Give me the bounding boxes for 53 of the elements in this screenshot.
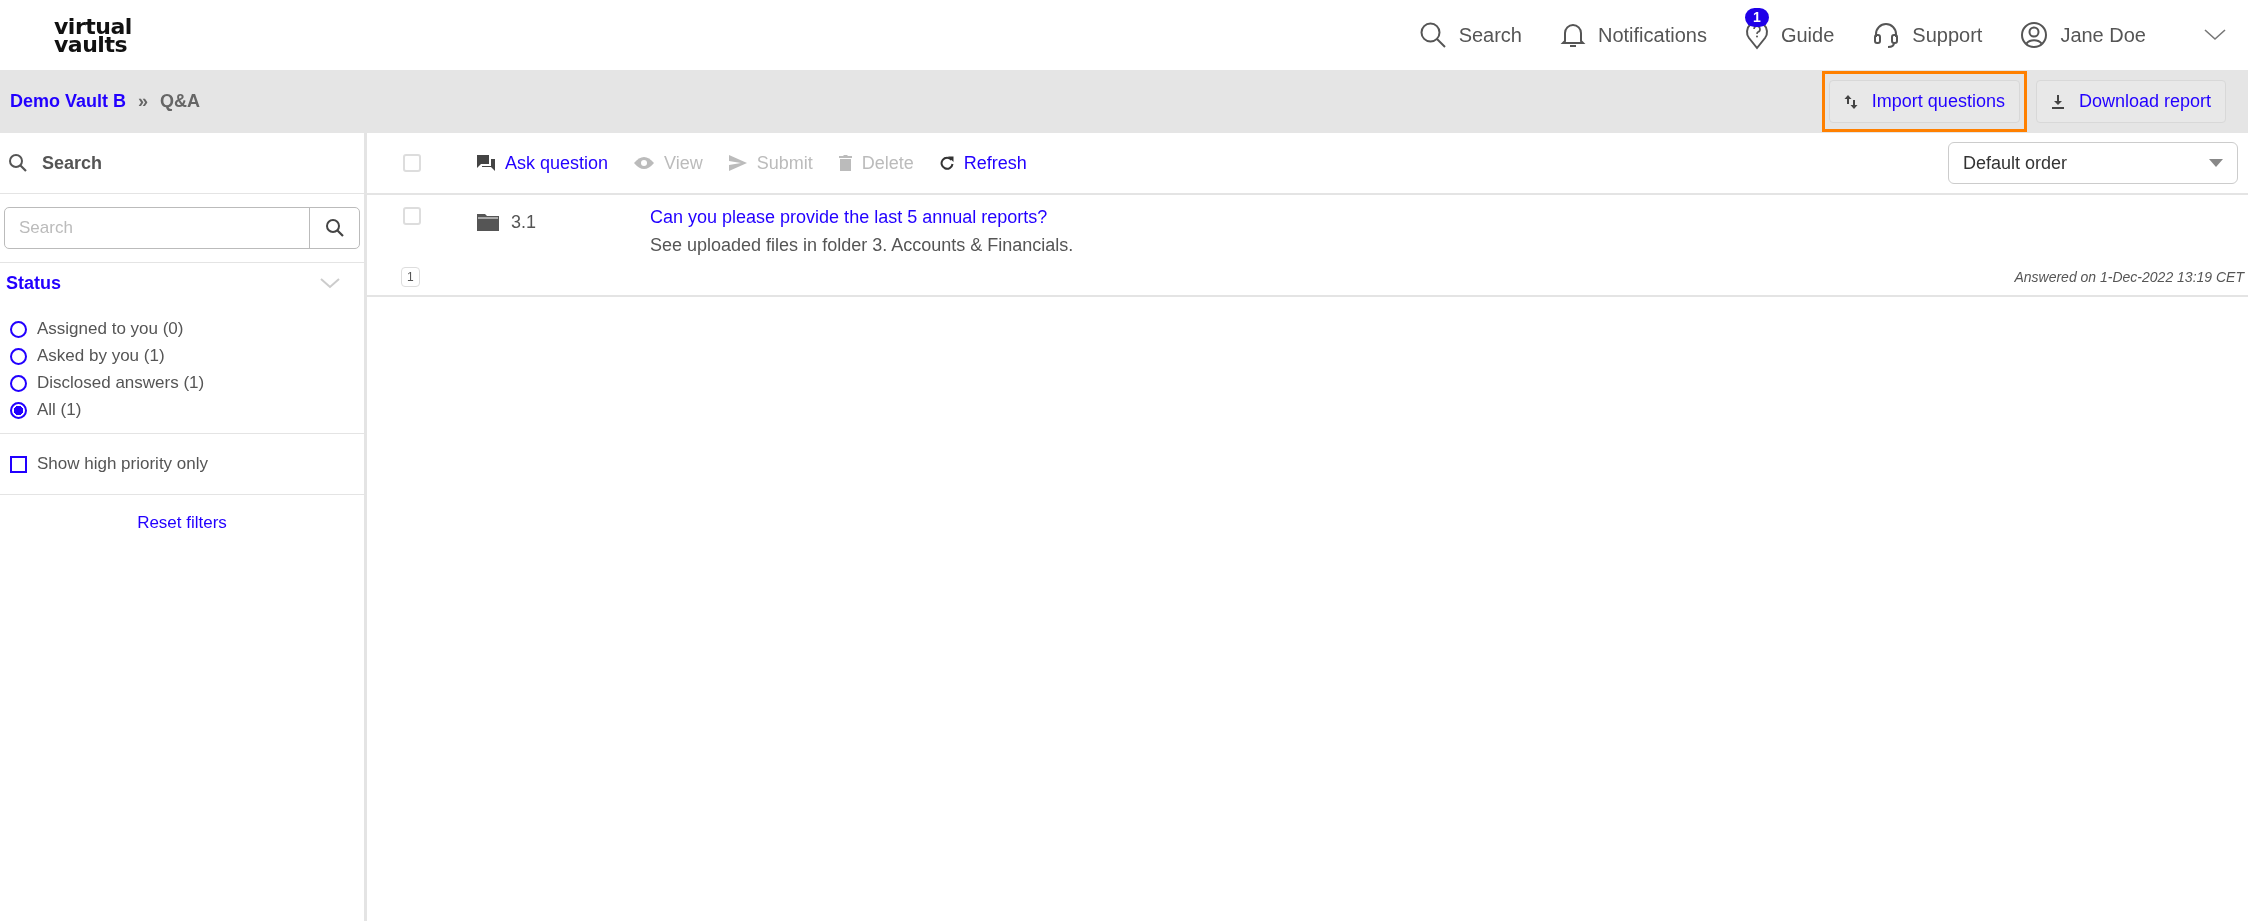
checkbox-option[interactable]: Show high priority only xyxy=(4,447,360,481)
radio-button[interactable] xyxy=(10,320,27,338)
radio-button[interactable] xyxy=(10,374,27,392)
nav-link[interactable]: Jane Doe xyxy=(2020,9,2146,61)
radio-option[interactable]: Assigned to you (0) xyxy=(6,318,360,340)
answered-timestamp: Answered on 1-Dec-2022 13:19 CET xyxy=(2014,269,2244,285)
eye-icon xyxy=(634,156,655,170)
toolbar-button[interactable]: Refresh xyxy=(939,152,1027,174)
search-icon xyxy=(1418,21,1447,49)
folder-icon xyxy=(477,213,499,231)
nav-link[interactable]: 1 Guide xyxy=(1744,8,1835,62)
chevron-down-icon[interactable] xyxy=(2204,29,2226,41)
nav-link[interactable]: Notifications xyxy=(1560,9,1707,61)
radio-option[interactable]: Asked by you (1) xyxy=(6,345,360,367)
filter-heading: Status xyxy=(6,273,61,294)
chat-bubbles-icon xyxy=(477,155,495,171)
checkbox[interactable] xyxy=(10,455,27,473)
notification-badge: 1 xyxy=(1744,8,1769,27)
logo[interactable]: virtual vaults xyxy=(54,18,132,54)
answer-text: See uploaded files in folder 3. Accounts & Financials. xyxy=(650,235,1074,256)
search-box[interactable]: Search xyxy=(4,207,360,249)
radio-option[interactable]: All (1) xyxy=(6,399,360,421)
radio-option[interactable]: Disclosed answers (1) xyxy=(6,372,360,394)
send-icon xyxy=(728,155,747,171)
sort-arrows-icon xyxy=(1843,93,1858,110)
nav-link[interactable]: Support xyxy=(1872,9,1983,61)
download-icon xyxy=(2050,93,2065,110)
toolbar-button[interactable]: Ask question xyxy=(477,152,609,174)
question-link[interactable]: Can you please provide the last 5 annual reports? xyxy=(650,207,1074,228)
search-input[interactable]: Search xyxy=(5,208,309,248)
import-button[interactable]: Import questions xyxy=(1828,80,2020,123)
radio-button[interactable] xyxy=(10,347,27,365)
bell-icon xyxy=(1560,21,1586,49)
refresh-icon xyxy=(939,156,954,170)
caret-down-icon xyxy=(2209,159,2223,167)
breadcrumb-current: Q&A xyxy=(160,91,201,112)
question-number: 3.1 xyxy=(511,211,537,233)
count-badge: 1 xyxy=(401,267,420,287)
user-icon xyxy=(2020,21,2049,49)
trash-icon xyxy=(838,155,852,171)
radio-button[interactable] xyxy=(10,401,27,419)
breadcrumb-link[interactable]: Demo Vault B xyxy=(10,91,127,112)
select-all-checkbox[interactable] xyxy=(403,154,421,172)
reset-filters-link[interactable]: Reset filters xyxy=(137,513,227,533)
headset-icon xyxy=(1872,21,1901,49)
row-checkbox[interactable] xyxy=(403,207,421,225)
download-button[interactable]: Download report xyxy=(2035,80,2226,123)
nav-link[interactable]: Search xyxy=(1418,9,1522,61)
panel-title: Search xyxy=(42,152,103,174)
breadcrumb-separator: » xyxy=(138,91,149,112)
sort-dropdown[interactable]: Default order xyxy=(1948,142,2238,184)
search-icon xyxy=(324,218,345,238)
search-icon xyxy=(8,153,28,173)
